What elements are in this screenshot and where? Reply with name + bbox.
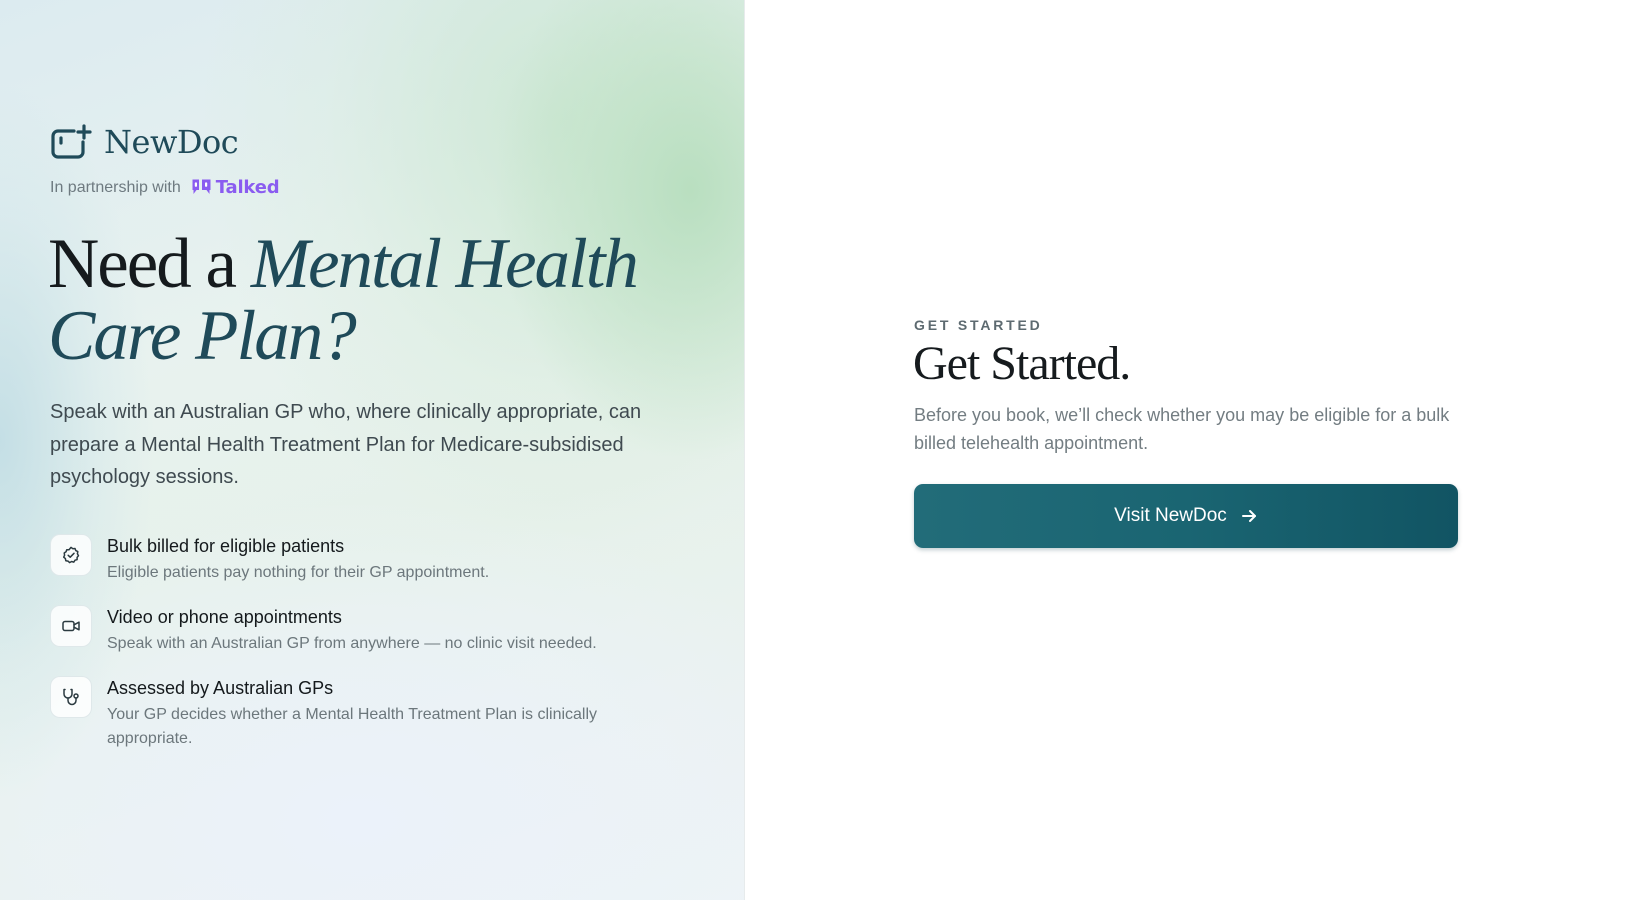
feature-icon-wrap: [50, 534, 92, 576]
feature-item: Bulk billed for eligible patients Eligib…: [50, 533, 700, 585]
feature-list: Bulk billed for eligible patients Eligib…: [50, 533, 700, 770]
brand-name: NewDoc: [104, 123, 239, 161]
partnership-line: In partnership with Talked: [50, 177, 280, 198]
get-started-subtitle: Before you book, we’ll check whether you…: [914, 405, 1450, 453]
hero-lede: Speak with an Australian GP who, where c…: [50, 401, 642, 488]
feature-item: Assessed by Australian GPs Your GP decid…: [50, 675, 700, 751]
visit-newdoc-label: Visit NewDoc: [1114, 505, 1227, 526]
feature-desc: Eligible patients pay nothing for their …: [107, 564, 490, 581]
feature-icon-wrap: [50, 605, 92, 647]
get-started-title: Get Started.: [913, 337, 1131, 390]
partner-name: Talked: [215, 177, 280, 198]
feature-title: Video or phone appointments: [107, 607, 342, 627]
calendar-plus-icon: [51, 124, 92, 159]
get-started-panel: GET STARTED Get Started. Before you book…: [745, 0, 1625, 900]
feature-title: Assessed by Australian GPs: [107, 678, 334, 698]
headline-plain: Need a: [48, 225, 251, 303]
video-camera-icon: [62, 620, 80, 632]
feature-text: Bulk billed for eligible patients Eligib…: [107, 533, 489, 585]
feature-text: Assessed by Australian GPs Your GP decid…: [107, 675, 667, 751]
page: NewDoc In partnership with Talked Need a…: [0, 0, 1625, 900]
talked-logo-icon: [192, 179, 211, 194]
visit-newdoc-button[interactable]: Visit NewDoc: [914, 484, 1458, 548]
partner-logo[interactable]: Talked: [190, 177, 280, 198]
hero-panel: NewDoc In partnership with Talked Need a…: [0, 0, 745, 900]
feature-icon-wrap: [50, 676, 92, 718]
arrow-right-icon: [1241, 510, 1256, 522]
brand-logo-link[interactable]: NewDoc: [50, 123, 239, 161]
hero-headline: Need a Mental Health Care Plan?: [48, 228, 738, 372]
check-badge-icon: [62, 546, 80, 564]
feature-title: Bulk billed for eligible patients: [107, 536, 345, 556]
feature-text: Video or phone appointments Speak with a…: [107, 604, 597, 656]
feature-desc: Speak with an Australian GP from anywher…: [107, 635, 597, 652]
partner-text: In partnership with: [50, 178, 181, 196]
feature-item: Video or phone appointments Speak with a…: [50, 604, 700, 656]
stethoscope-icon: [63, 688, 79, 706]
feature-desc: Your GP decides whether a Mental Health …: [107, 706, 598, 747]
eyebrow-label: GET STARTED: [914, 317, 1043, 333]
